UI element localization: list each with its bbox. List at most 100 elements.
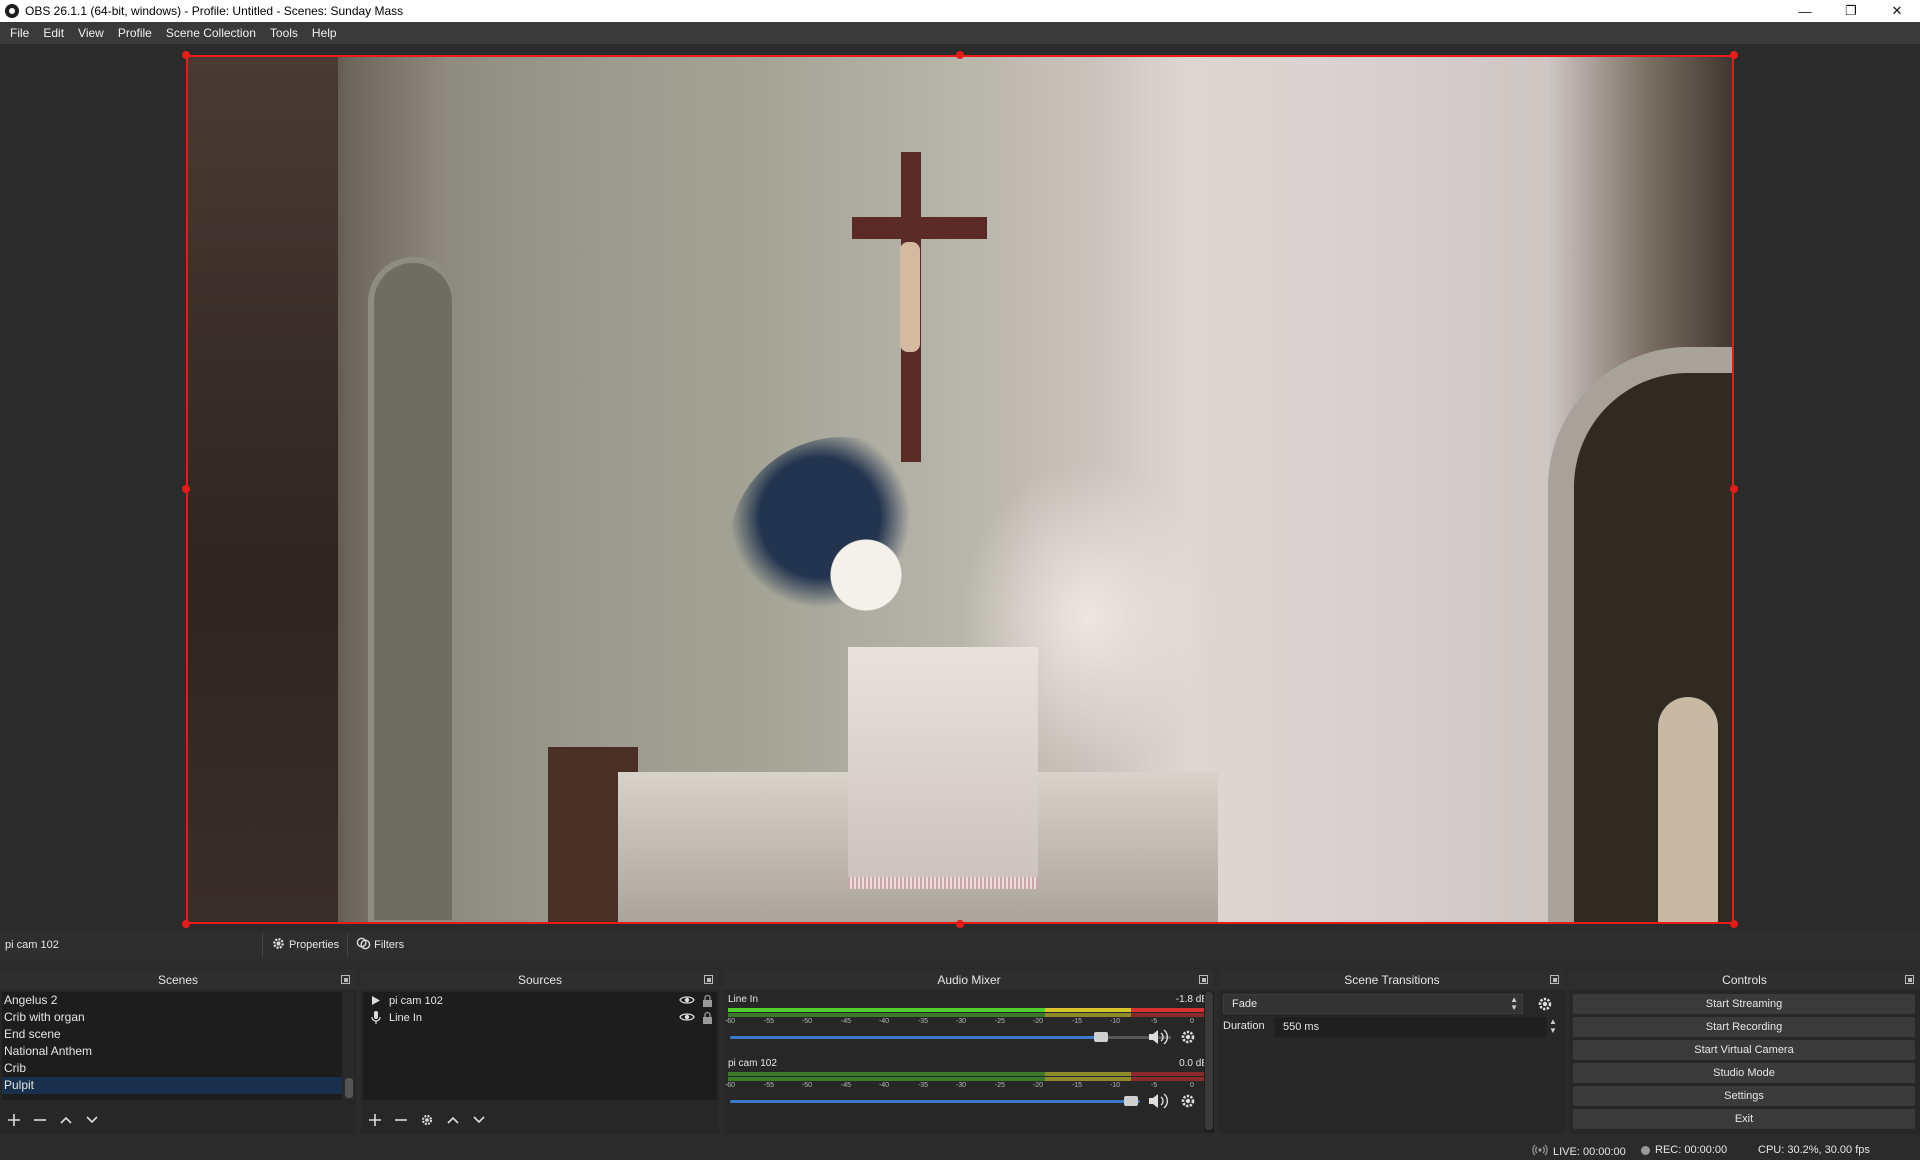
tick-label: -45 <box>840 1082 852 1089</box>
scenes-header: Scenes <box>0 970 356 990</box>
tick-label: -15 <box>1071 1082 1083 1089</box>
properties-label: Properties <box>289 939 340 951</box>
eye-icon[interactable] <box>679 1011 695 1026</box>
mixer-channel: Line In -1.8 dB -60 -55 -50 -45 -40 -35 … <box>725 994 1208 1048</box>
gear-icon[interactable] <box>1537 996 1553 1015</box>
remove-scene-button[interactable] <box>32 1112 48 1128</box>
source-item[interactable]: Line In <box>363 1009 717 1026</box>
menu-view[interactable]: View <box>71 26 111 40</box>
filter-icon <box>356 936 371 954</box>
sources-dock: Sources pi cam 102 Line In <box>361 970 719 1134</box>
scenes-list: Angelus 2 Crib with organ End scene Nati… <box>2 992 342 1100</box>
menu-file[interactable]: File <box>3 26 36 40</box>
start-streaming-button[interactable]: Start Streaming <box>1573 994 1915 1014</box>
preview-flowers <box>728 437 958 667</box>
resize-handle[interactable] <box>1730 51 1738 59</box>
add-scene-button[interactable] <box>6 1112 22 1128</box>
window-controls: — ❐ ✕ <box>1782 0 1920 22</box>
scene-item[interactable]: Angelus 2 <box>2 992 342 1009</box>
start-recording-button[interactable]: Start Recording <box>1573 1017 1915 1037</box>
undock-icon[interactable] <box>1550 975 1559 984</box>
resize-handle[interactable] <box>1730 920 1738 928</box>
menu-help[interactable]: Help <box>305 26 344 40</box>
source-properties-button[interactable] <box>419 1112 435 1128</box>
controls-header: Controls <box>1569 970 1920 990</box>
lock-icon[interactable] <box>702 1011 713 1027</box>
gear-icon[interactable] <box>1180 1029 1196 1048</box>
filters-button[interactable]: Filters <box>347 933 412 957</box>
updown-arrows-icon: ▲ ▼ <box>1510 995 1518 1012</box>
restore-button[interactable]: ❐ <box>1828 0 1874 22</box>
resize-handle[interactable] <box>182 51 190 59</box>
resize-handle[interactable] <box>1730 485 1738 493</box>
preview-area <box>0 44 1920 930</box>
menu-edit[interactable]: Edit <box>36 26 71 40</box>
volume-slider-handle[interactable] <box>1124 1096 1138 1106</box>
volume-meter <box>728 1008 1208 1012</box>
scene-item[interactable]: End scene <box>2 1026 342 1043</box>
window-title: OBS 26.1.1 (64-bit, windows) - Profile: … <box>25 4 404 18</box>
move-source-down-button[interactable] <box>471 1112 487 1128</box>
preview-crucifix-bar <box>852 217 987 239</box>
volume-slider-fill[interactable] <box>730 1036 1105 1039</box>
eye-icon[interactable] <box>679 994 695 1009</box>
close-button[interactable]: ✕ <box>1874 0 1920 22</box>
remove-source-button[interactable] <box>393 1112 409 1128</box>
properties-button[interactable]: Properties <box>262 933 347 957</box>
cpu-fps: CPU: 30.2%, 30.00 fps <box>1758 1144 1870 1156</box>
transition-select[interactable]: Fade ▲ ▼ <box>1223 994 1523 1014</box>
tick-label: -30 <box>955 1082 967 1089</box>
scenes-title: Scenes <box>157 973 199 987</box>
mixer-scrollbar[interactable] <box>1204 992 1214 1132</box>
undock-icon[interactable] <box>1905 975 1914 984</box>
menu-scene-collection[interactable]: Scene Collection <box>159 26 263 40</box>
lock-icon[interactable] <box>702 994 713 1010</box>
scene-item-selected[interactable]: Pulpit <box>2 1077 342 1094</box>
resize-handle[interactable] <box>182 485 190 493</box>
scene-item[interactable]: National Anthem <box>2 1043 342 1060</box>
start-virtual-camera-button[interactable]: Start Virtual Camera <box>1573 1040 1915 1060</box>
scenes-scrollbar[interactable] <box>344 992 354 1100</box>
speaker-icon[interactable] <box>1148 1093 1170 1112</box>
minus-icon <box>34 1119 46 1121</box>
duration-spinner[interactable]: ▲ ▼ <box>1549 1017 1557 1035</box>
plus-icon <box>369 1114 381 1126</box>
audio-mixer-dock: Audio Mixer Line In -1.8 dB -60 -55 -50 … <box>724 970 1214 1134</box>
minimize-button[interactable]: — <box>1782 0 1828 22</box>
duration-input[interactable]: 550 ms <box>1275 1017 1547 1037</box>
speaker-icon[interactable] <box>1148 1029 1170 1048</box>
volume-slider-fill[interactable] <box>730 1100 1140 1103</box>
undock-icon[interactable] <box>704 975 713 984</box>
undock-icon[interactable] <box>341 975 350 984</box>
settings-button[interactable]: Settings <box>1573 1086 1915 1106</box>
tick-label: -10 <box>1109 1082 1121 1089</box>
volume-slider-handle[interactable] <box>1094 1032 1108 1042</box>
meter-ticks: -60 -55 -50 -45 -40 -35 -30 -25 -20 -15 … <box>725 1017 1208 1027</box>
resize-handle[interactable] <box>182 920 190 928</box>
scene-item[interactable]: Crib with organ <box>2 1009 342 1026</box>
resize-handle[interactable] <box>956 51 964 59</box>
source-item[interactable]: pi cam 102 <box>363 992 717 1009</box>
exit-button[interactable]: Exit <box>1573 1109 1915 1129</box>
undock-icon[interactable] <box>1199 975 1208 984</box>
scrollbar-thumb[interactable] <box>345 1078 353 1098</box>
scrollbar-thumb[interactable] <box>1205 992 1213 1130</box>
tick-label: -40 <box>878 1082 890 1089</box>
studio-mode-button[interactable]: Studio Mode <box>1573 1063 1915 1083</box>
menu-tools[interactable]: Tools <box>263 26 305 40</box>
move-scene-up-button[interactable] <box>58 1112 74 1128</box>
rec-status: REC: 00:00:00 <box>1641 1144 1727 1156</box>
resize-handle[interactable] <box>956 920 964 928</box>
move-source-up-button[interactable] <box>445 1112 461 1128</box>
preview-corpus <box>900 242 920 352</box>
chevron-up-icon <box>447 1116 459 1124</box>
menu-profile[interactable]: Profile <box>111 26 159 40</box>
add-source-button[interactable] <box>367 1112 383 1128</box>
source-toolbar: pi cam 102 Properties Filters <box>0 930 1920 960</box>
preview-canvas[interactable] <box>186 55 1734 924</box>
mixer-channel: pi cam 102 0.0 dB -60 -55 -50 -45 -40 -3… <box>725 1058 1208 1112</box>
scene-item[interactable]: Crib <box>2 1060 342 1077</box>
tick-label: -35 <box>917 1018 929 1025</box>
gear-icon[interactable] <box>1180 1093 1196 1112</box>
move-scene-down-button[interactable] <box>84 1112 100 1128</box>
